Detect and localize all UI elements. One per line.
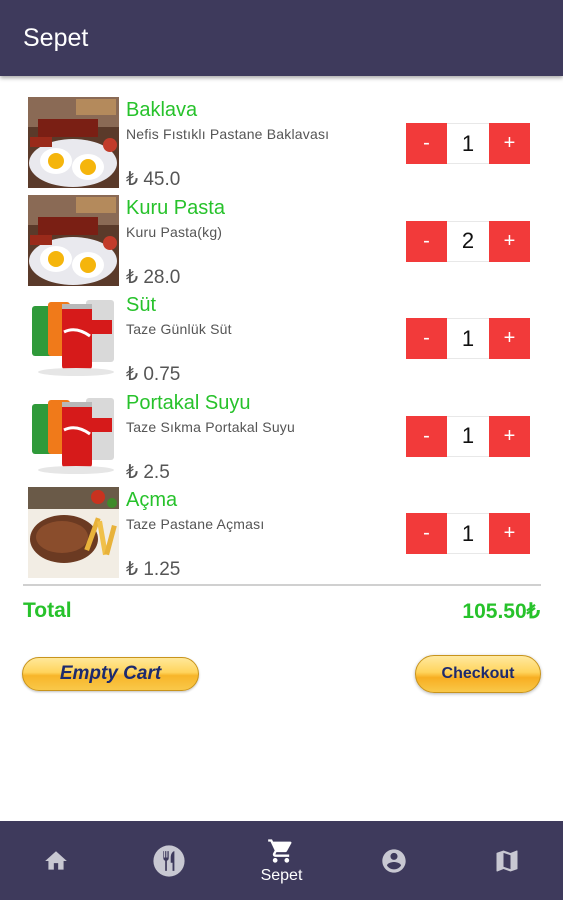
quantity-value: 1 [447,318,489,359]
increase-quantity-button[interactable]: + [489,513,530,554]
quantity-stepper: - 1 + [406,513,530,554]
quantity-value: 1 [447,415,489,457]
home-icon [45,850,68,870]
total-label: Total [23,599,72,622]
product-description: Kuru Pasta(kg) [126,223,223,240]
product-description: Nefis Fıstıklı Pastane Baklavası [126,126,330,142]
product-description: Taze Pastane Açması [126,516,265,532]
product-image-soda-cans [28,389,119,481]
page-title: Sepet [23,24,89,52]
product-price: ₺ 0.75 [126,364,181,385]
cart-item: Portakal Suyu Taze Sıkma Portakal Suyu ₺… [0,388,563,486]
nav-map[interactable] [450,821,563,900]
product-image-breakfast [28,97,119,188]
product-image-breakfast [28,194,119,286]
decrease-quantity-button[interactable]: - [406,123,447,164]
divider [23,584,541,586]
restaurant-icon [153,844,185,877]
app-root: Sepet Baklava Nefis Fıstıklı Pastane Bak… [0,0,563,900]
product-name: Portakal Suyu [126,391,251,414]
total-value: 105.50₺ [462,600,540,623]
quantity-stepper: - 2 + [406,220,530,262]
quantity-stepper: - 1 + [406,318,530,359]
bottom-navigation: Sepet [0,821,563,900]
cart-item: Baklava Nefis Fıstıklı Pastane Baklavası… [0,95,563,193]
product-name: Baklava [126,99,198,121]
product-price: ₺ 28.0 [126,266,181,288]
checkout-button[interactable]: Checkout [415,655,541,693]
nav-cart-label: Sepet [260,866,303,884]
decrease-quantity-button[interactable]: - [406,415,447,457]
decrease-quantity-button[interactable]: - [406,513,447,554]
decrease-quantity-button[interactable]: - [406,220,447,262]
quantity-value: 1 [447,513,489,554]
decrease-quantity-button[interactable]: - [406,318,447,359]
product-name: Kuru Pasta [126,196,225,219]
increase-quantity-button[interactable]: + [489,123,530,164]
quantity-stepper: - 1 + [406,415,530,457]
product-name: Süt [126,294,157,316]
map-icon [496,850,518,871]
product-price: ₺ 2.5 [126,461,170,483]
product-description: Taze Günlük Süt [126,321,232,337]
increase-quantity-button[interactable]: + [489,318,530,359]
cart-list: Baklava Nefis Fıstıklı Pastane Baklavası… [0,95,563,583]
product-image-soda-cans [28,292,119,383]
nav-home[interactable] [0,821,113,900]
cart-item: Süt Taze Günlük Süt ₺ 0.75 - 1 + [0,290,563,388]
quantity-stepper: - 1 + [406,123,530,164]
product-price: ₺ 45.0 [126,169,181,190]
cart-item: Açma Taze Pastane Açması ₺ 1.25 - 1 + [0,485,563,583]
product-price: ₺ 1.25 [126,559,181,580]
nav-restaurant[interactable] [113,821,226,900]
increase-quantity-button[interactable]: + [489,220,530,262]
quantity-value: 1 [447,123,489,164]
app-bar: Sepet [0,0,563,76]
account-icon [382,848,406,873]
cart-icon [268,838,292,863]
nav-account[interactable] [338,821,451,900]
nav-cart[interactable]: Sepet [225,821,338,900]
product-image-steak [28,487,119,578]
product-description: Taze Sıkma Portakal Suyu [126,418,295,435]
product-name: Açma [126,489,178,511]
empty-cart-button[interactable]: Empty Cart [22,657,199,691]
increase-quantity-button[interactable]: + [489,415,530,457]
quantity-value: 2 [447,220,489,262]
cart-item: Kuru Pasta Kuru Pasta(kg) ₺ 28.0 - 2 + [0,193,563,291]
